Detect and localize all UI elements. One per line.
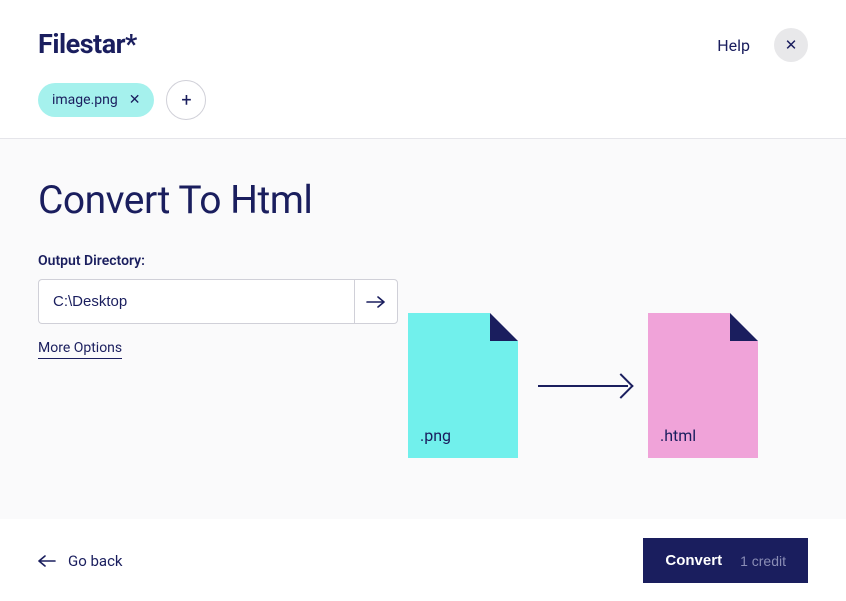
close-icon: ✕ [785,36,798,54]
file-fold-icon [730,313,758,341]
add-file-button[interactable]: + [166,80,206,120]
output-directory-label: Output Directory: [38,253,398,269]
conversion-illustration: .png .html [408,177,808,519]
browse-directory-button[interactable] [354,279,398,324]
remove-file-icon[interactable]: ✕ [129,93,141,107]
target-file-ext: .html [660,426,696,445]
credit-cost: 1 credit [740,553,786,569]
convert-button[interactable]: Convert 1 credit [643,538,808,583]
target-file-card: .html [648,313,758,458]
app-logo: Filestar* [38,28,206,60]
convert-label: Convert [665,552,722,569]
file-pill[interactable]: image.png ✕ [38,83,154,117]
plus-icon: + [181,90,191,111]
page-title: Convert To Html [38,177,398,223]
go-back-label: Go back [68,552,123,570]
output-directory-input[interactable] [38,279,354,324]
arrow-right-icon [538,385,628,387]
file-fold-icon [490,313,518,341]
source-file-card: .png [408,313,518,458]
help-link[interactable]: Help [717,36,750,55]
more-options-link[interactable]: More Options [38,340,122,359]
file-pill-name: image.png [52,92,118,108]
close-window-button[interactable]: ✕ [774,28,808,62]
go-back-button[interactable]: Go back [38,552,123,570]
source-file-ext: .png [420,426,451,445]
arrow-left-icon [38,555,56,567]
arrow-right-icon [366,296,386,308]
